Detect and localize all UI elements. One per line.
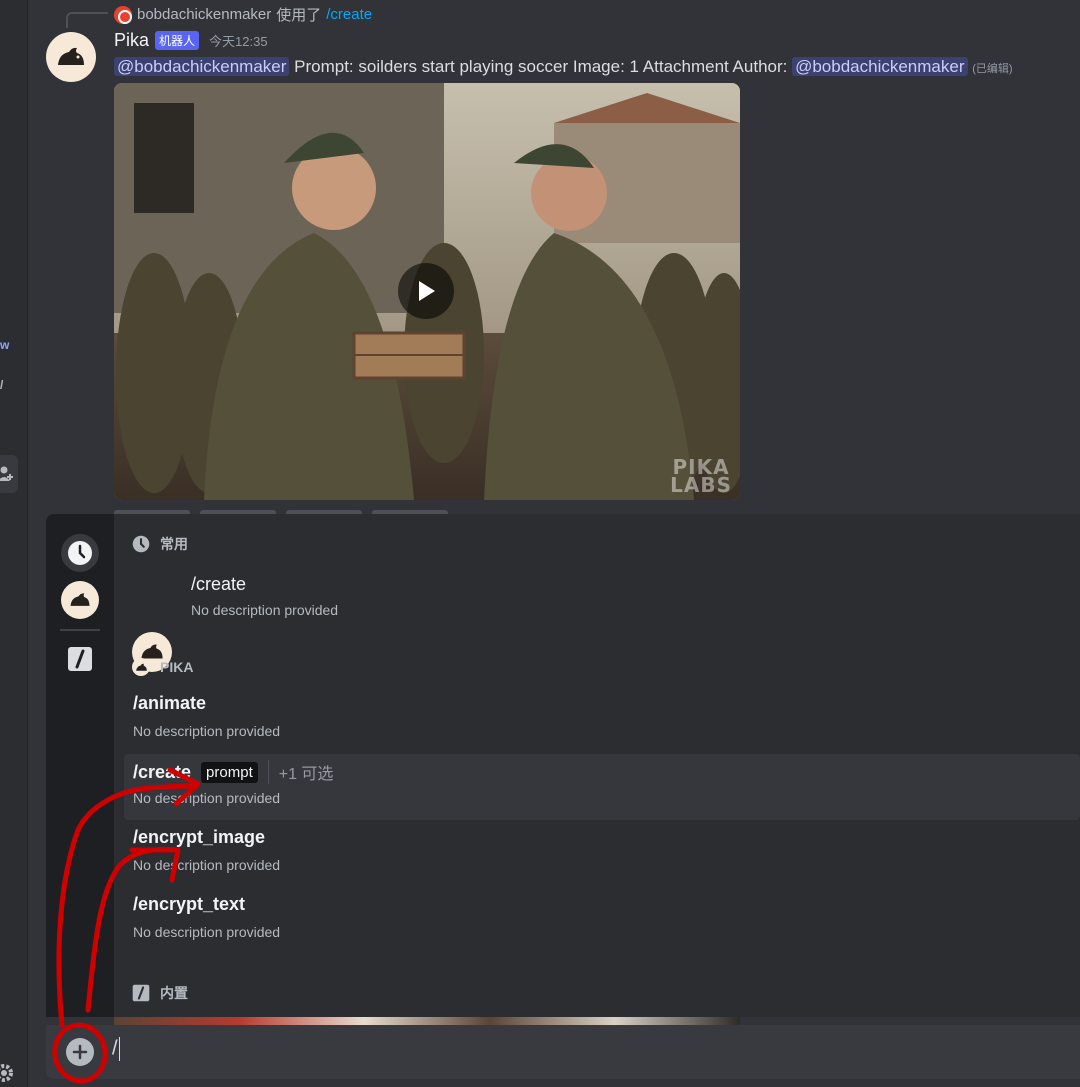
reply-used-text: 使用了 (276, 7, 322, 24)
message-timestamp: 今天12:35 (209, 34, 268, 49)
command-name: /create (191, 574, 247, 594)
rail-text-fragment: / (0, 378, 4, 392)
command-name-text: /animate (133, 693, 207, 713)
video-attachment[interactable]: PIKA LABS (114, 83, 740, 500)
command-description: No description provided (191, 602, 339, 618)
message-input-value: / (112, 1037, 118, 1060)
section-title: 内置 (160, 985, 188, 1001)
text-caret (118, 1037, 120, 1061)
next-attachment-peek (114, 1017, 740, 1025)
author-mention[interactable]: @bobdachickenmaker (792, 57, 968, 76)
message-text: Prompt: soilders start playing soccer Im… (289, 57, 793, 76)
command-description: No description provided (133, 857, 281, 873)
command-row-create[interactable]: /create prompt +1 可选 No description prov… (124, 754, 1080, 820)
discord-window: w / bobdachickenmaker 使用了/create Pika 机器人… (0, 0, 1080, 1087)
frequent-command-create[interactable]: /create No description provided (114, 570, 1080, 672)
upload-plus-button[interactable] (66, 1038, 94, 1066)
add-member-button[interactable] (0, 455, 18, 493)
command-row-animate[interactable]: /animate No description provided (124, 687, 1080, 753)
command-description: No description provided (133, 924, 281, 940)
slash-box-icon (132, 984, 150, 1002)
watermark-line: LABS (670, 473, 732, 497)
avatar[interactable] (46, 32, 96, 82)
builtin-category[interactable] (61, 640, 99, 678)
reply-username[interactable]: bobdachickenmaker (137, 6, 271, 23)
command-name-text: /create (133, 761, 192, 782)
pika-bunny-icon (58, 47, 84, 65)
pika-labs-watermark: PIKA LABS (670, 457, 732, 497)
rail-text-fragment: w (0, 338, 10, 352)
frequent-section-header: 常用 (132, 534, 188, 554)
settings-gear-icon[interactable] (0, 1062, 14, 1084)
play-button[interactable] (398, 263, 454, 319)
section-title: PIKA (160, 659, 194, 675)
reply-command[interactable]: /create (326, 6, 372, 23)
command-row-encrypt-text[interactable]: /encrypt_text No description provided (124, 888, 1080, 954)
required-option-chip: prompt (201, 761, 258, 783)
clock-icon (132, 535, 150, 553)
author-name[interactable]: Pika (114, 30, 149, 51)
message-input[interactable]: / (112, 1037, 120, 1061)
reply-reference[interactable]: bobdachickenmaker 使用了/create (114, 4, 372, 25)
server-rail: w / (0, 0, 28, 1087)
command-name: /encrypt_text (133, 894, 245, 915)
message-content: @bobdachickenmaker Prompt: soilders star… (114, 55, 1013, 81)
command-category-rail (46, 514, 114, 1017)
command-row-encrypt-image[interactable]: /encrypt_image No description provided (124, 821, 1080, 887)
edited-label: (已编辑) (972, 63, 1013, 75)
plus-icon (72, 1044, 88, 1060)
pika-section-header: PIKA (132, 658, 193, 676)
command-name: /encrypt_image (133, 827, 265, 848)
section-title: 常用 (160, 536, 188, 552)
command-name-text: /encrypt_image (133, 827, 266, 847)
pika-bunny-icon (135, 663, 147, 671)
category-divider (60, 629, 100, 631)
user-mention[interactable]: @bobdachickenmaker (114, 57, 290, 76)
message-composer[interactable]: / (46, 1025, 1080, 1079)
command-description: No description provided (133, 790, 281, 806)
command-name: /animate (133, 693, 206, 714)
command-description: No description provided (133, 723, 281, 739)
message-header: Pika 机器人 今天12:35 (114, 30, 268, 51)
add-person-icon (0, 466, 13, 481)
pika-section-avatar (132, 658, 150, 676)
slash-box-icon (68, 647, 92, 671)
builtin-section-header: 内置 (132, 983, 188, 1003)
command-list: 常用 /create No description provided PIKA (114, 514, 1080, 1017)
play-icon (419, 281, 435, 301)
pika-bunny-icon (70, 593, 90, 606)
command-name-text: /encrypt_text (133, 894, 246, 914)
optional-count: +1 可选 (267, 760, 333, 784)
reply-spine (66, 12, 108, 28)
clock-icon (68, 541, 92, 565)
command-autocomplete: 常用 /create No description provided PIKA (46, 514, 1080, 1017)
command-name: /create prompt +1 可选 (133, 760, 333, 784)
pika-category[interactable] (61, 581, 99, 619)
reply-avatar (114, 5, 132, 24)
frequent-category[interactable] (61, 534, 99, 572)
bot-badge: 机器人 (155, 31, 200, 50)
